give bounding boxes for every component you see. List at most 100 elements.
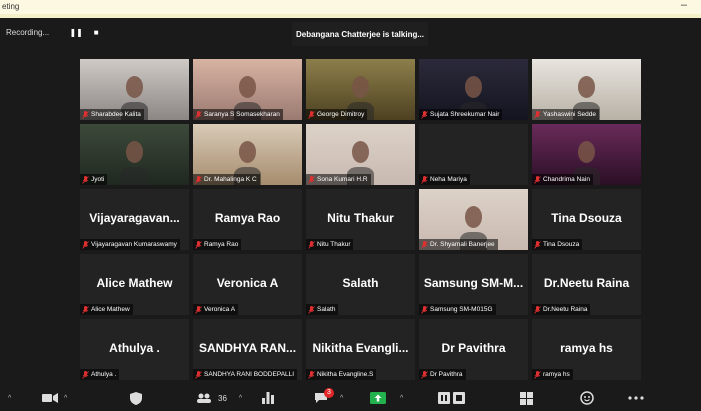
participant-name: Alice Mathew xyxy=(91,306,130,313)
recording-bar: Recording... ❚❚ ■ xyxy=(6,24,103,40)
muted-mic-icon xyxy=(82,240,89,249)
share-screen-icon xyxy=(370,392,386,404)
person-silhouette-head xyxy=(577,141,596,164)
participant-name-label: Neha Mariya xyxy=(419,174,470,185)
participant-name-label: Vijayaragavan Kumaraswamy xyxy=(80,239,180,250)
participant-name-label: SANDHYA RANI BODDEPALLI xyxy=(193,369,298,380)
muted-mic-icon xyxy=(82,370,89,379)
polls-button[interactable] xyxy=(262,390,274,406)
video-button[interactable]: ^ xyxy=(42,390,67,406)
muted-mic-icon xyxy=(308,305,315,314)
muted-mic-icon xyxy=(82,110,89,119)
participants-icon xyxy=(197,393,211,403)
participant-tile[interactable]: Veronica A Veronica A xyxy=(193,254,302,315)
participant-name: Sharabdee Kalita xyxy=(91,111,141,118)
chat-icon-wrap: 3 xyxy=(314,388,334,404)
muted-mic-icon xyxy=(421,240,428,249)
participant-tile[interactable]: SANDHYA RAN... SANDHYA RANI BODDEPALLI xyxy=(193,319,302,380)
person-silhouette-body xyxy=(121,166,148,185)
reactions-button[interactable] xyxy=(580,390,594,406)
participant-tile[interactable]: Sona Kumari H.R xyxy=(306,124,415,185)
participants-caret[interactable]: ^ xyxy=(239,395,242,402)
participant-tile[interactable]: Vijayaragavan... Vijayaragavan Kumaraswam… xyxy=(80,189,189,250)
participant-name: Yashaswini Sedde xyxy=(543,111,596,118)
chat-button[interactable]: 3 ^ xyxy=(314,388,343,406)
muted-mic-icon xyxy=(82,175,89,184)
participant-tile[interactable]: Nitu Thakur Nitu Thakur xyxy=(306,189,415,250)
participant-tile[interactable]: Neha Mariya xyxy=(419,124,528,185)
participant-name: Sona Kumari H.R xyxy=(317,176,368,183)
audio-caret-left[interactable]: ^ xyxy=(8,390,11,406)
participant-name: George Dimitroy xyxy=(317,111,365,118)
participant-name: Ramya Rao xyxy=(204,241,239,248)
participant-tile[interactable]: Saranya S Somasekharan xyxy=(193,59,302,120)
muted-mic-icon xyxy=(421,370,428,379)
muted-mic-icon xyxy=(195,370,202,379)
participant-tile[interactable]: Chandrima Nain xyxy=(532,124,641,185)
participants-button[interactable]: 36 ^ xyxy=(196,390,242,406)
participant-name-label: Tina Dsouza xyxy=(532,239,583,250)
minimize-button[interactable]: – xyxy=(681,0,687,11)
participant-name: Jyoti xyxy=(91,176,105,183)
muted-mic-icon xyxy=(308,370,315,379)
participant-name-label: Samsung SM-M015G xyxy=(419,304,496,315)
muted-mic-icon xyxy=(534,175,541,184)
participant-tile[interactable]: Tina Dsouza Tina Dsouza xyxy=(532,189,641,250)
participant-tile[interactable]: Dr Pavithra Dr Pavithra xyxy=(419,319,528,380)
participant-name-label: Dr Pavithra xyxy=(419,369,466,380)
participant-tile[interactable]: Athulya . Athulya . xyxy=(80,319,189,380)
muted-mic-icon xyxy=(421,305,428,314)
record-button[interactable] xyxy=(438,390,466,406)
participant-tile[interactable]: George Dimitroy xyxy=(306,59,415,120)
participant-name: SANDHYA RANI BODDEPALLI xyxy=(204,371,295,378)
grid-icon xyxy=(520,391,533,405)
participant-tile[interactable]: Sujata Shreekumar Nair xyxy=(419,59,528,120)
participant-display-name: SANDHYA RAN... xyxy=(198,341,297,355)
participant-tile[interactable]: Samsung SM-M... Samsung SM-M015G xyxy=(419,254,528,315)
participant-tile[interactable]: Alice Mathew Alice Mathew xyxy=(80,254,189,315)
gallery-grid: Sharabdee Kalita Saranya S Somasekharan Ge… xyxy=(80,59,643,380)
share-screen-button[interactable]: ^ xyxy=(370,390,403,406)
participant-tile[interactable]: Jyoti xyxy=(80,124,189,185)
chat-caret[interactable]: ^ xyxy=(340,395,343,402)
participant-name-label: Dr.Neetu Raina xyxy=(532,304,591,315)
video-options-caret[interactable]: ^ xyxy=(64,395,67,402)
participant-name: Nitu Thakur xyxy=(317,241,351,248)
participant-tile[interactable]: Dr.Neetu Raina Dr.Neetu Raina xyxy=(532,254,641,315)
participant-tile[interactable]: Dr. Shyamali Banerjee xyxy=(419,189,528,250)
participant-display-name: Dr.Neetu Raina xyxy=(543,276,630,290)
participant-tile[interactable]: Ramya Rao Ramya Rao xyxy=(193,189,302,250)
participant-tile[interactable]: Yashaswini Sedde xyxy=(532,59,641,120)
person-silhouette-head xyxy=(351,76,370,99)
participant-name: Nikitha Evangline.S xyxy=(317,371,374,378)
participant-name-label: Nitu Thakur xyxy=(306,239,354,250)
titlebar-edge xyxy=(0,14,701,18)
active-speaker-banner: Debangana Chatterjee is talking... xyxy=(292,22,428,46)
participant-name-label: Sharabdee Kalita xyxy=(80,109,144,120)
shield-icon xyxy=(130,391,142,405)
recording-label: Recording... xyxy=(6,27,50,37)
more-button[interactable] xyxy=(628,390,644,406)
participant-tile[interactable]: Sharabdee Kalita xyxy=(80,59,189,120)
participant-tile[interactable]: Salath Salath xyxy=(306,254,415,315)
record-pause-icon xyxy=(438,392,465,404)
participant-name-label: Dr. Mahalinga K C xyxy=(193,174,260,185)
person-silhouette-head xyxy=(464,206,483,229)
security-button[interactable] xyxy=(130,390,142,406)
participant-tile[interactable]: ramya hs ramya hs xyxy=(532,319,641,380)
share-caret[interactable]: ^ xyxy=(400,395,403,402)
person-silhouette-head xyxy=(125,141,144,164)
stop-recording-button[interactable]: ■ xyxy=(89,25,103,39)
participant-tile[interactable]: Nikitha Evangli... Nikitha Evangline.S xyxy=(306,319,415,380)
muted-mic-icon xyxy=(534,370,541,379)
participant-name: Dr.Neetu Raina xyxy=(543,306,588,313)
pause-recording-button[interactable]: ❚❚ xyxy=(69,25,83,39)
participant-display-name: Nitu Thakur xyxy=(327,211,394,225)
participant-name-label: Sona Kumari H.R xyxy=(306,174,371,185)
participant-tile[interactable]: Dr. Mahalinga K C xyxy=(193,124,302,185)
muted-mic-icon xyxy=(308,110,315,119)
person-silhouette-head xyxy=(464,76,483,99)
window-title: eting xyxy=(2,2,20,11)
breakout-rooms-button[interactable] xyxy=(520,390,533,406)
participant-display-name: Athulya . xyxy=(109,341,160,355)
